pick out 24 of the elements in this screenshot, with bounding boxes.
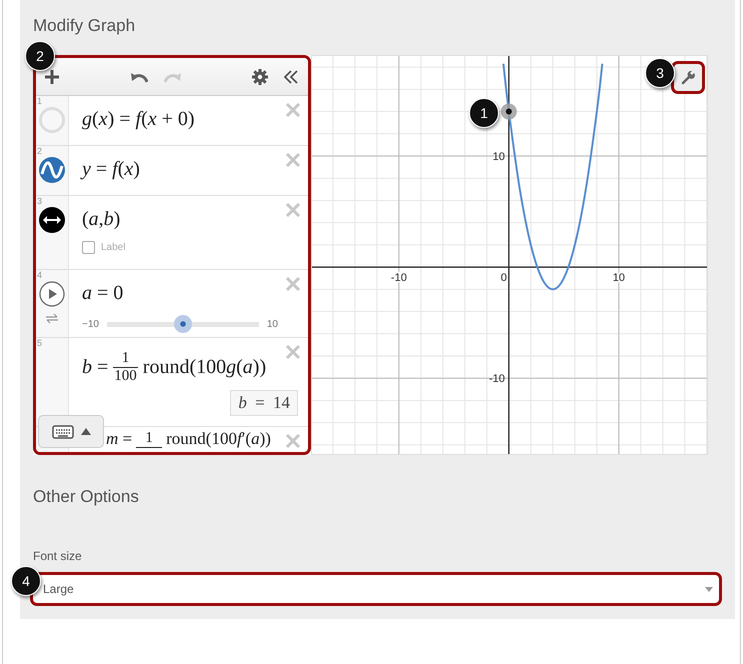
section-title: Other Options [33,487,140,507]
section-title: Modify Graph [33,16,136,36]
math-expression[interactable]: y = f(x) [82,158,140,181]
line-number: 5 [37,339,42,348]
math-expression[interactable]: g(x) = f(x + 0) [82,108,195,131]
line-number: 1 [37,97,42,106]
result-value: b = 14 [230,390,298,416]
tick-label: 0 [500,272,507,284]
font-size-select[interactable]: Large [30,572,722,606]
math-expression[interactable]: (a,b) [82,208,120,231]
line-number: 2 [37,147,42,156]
math-expression[interactable]: m = 1 round(100f′(a)) [106,429,271,449]
field-label: Font size [33,549,83,563]
line-number: 3 [37,197,42,206]
step-marker: 4 [11,566,41,596]
slider-max: 10 [266,318,278,330]
slider-min: −10 [82,318,99,330]
tick-label: 10 [612,272,625,284]
tick-label: -10 [488,373,505,386]
tick-label: 10 [492,151,505,163]
tick-label: -10 [390,272,407,284]
checkbox-label: Label [101,242,126,253]
math-expression[interactable]: a = 0 [82,282,124,305]
line-number: 4 [37,271,42,280]
